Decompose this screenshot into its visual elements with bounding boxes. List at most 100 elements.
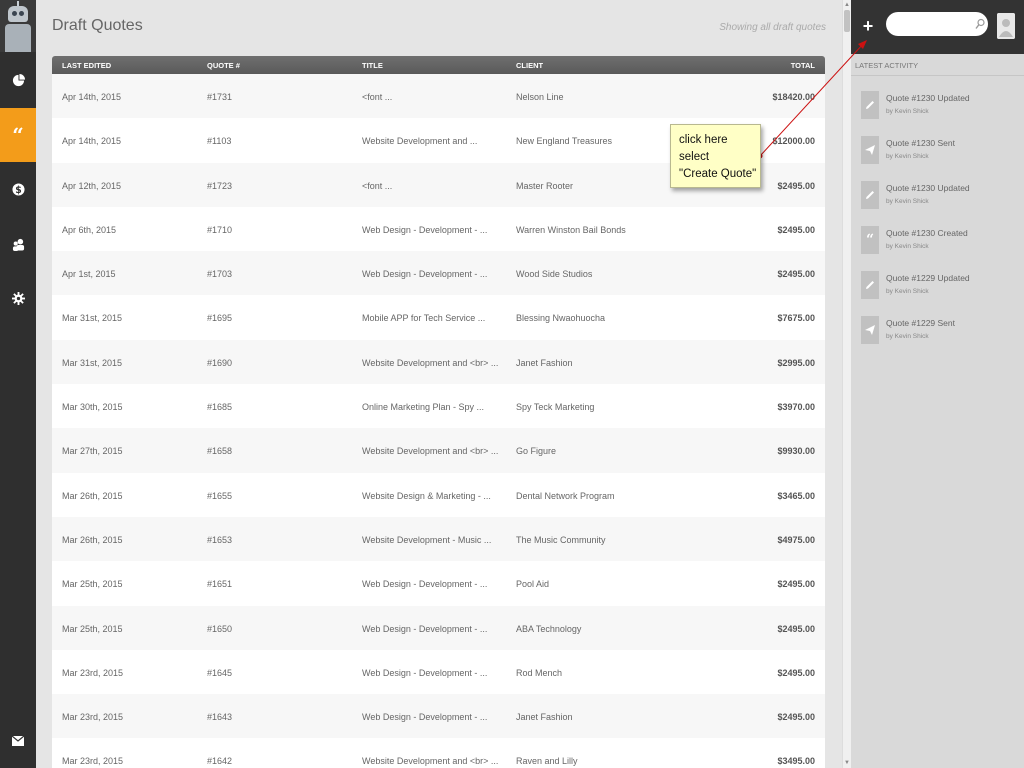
table-row[interactable]: Mar 31st, 2015 #1690 Website Development a… xyxy=(52,339,825,385)
cell-title: Web Design - Development - ... xyxy=(362,579,488,590)
cell-total: $3465.00 xyxy=(777,490,815,501)
showing-filter-text: Showing all draft quotes xyxy=(719,22,826,33)
create-button[interactable]: + xyxy=(859,16,877,36)
callout-line-3: "Create Quote" xyxy=(679,168,757,180)
cell-last-edited: Mar 23rd, 2015 xyxy=(62,667,124,678)
send-icon xyxy=(861,316,879,344)
column-header-last-edited[interactable]: LAST EDITED xyxy=(62,61,111,70)
activity-author: by Kevin Shick xyxy=(886,288,929,295)
column-header-title[interactable]: TITLE xyxy=(362,61,383,70)
activity-title[interactable]: Quote #1230 Created xyxy=(886,228,968,238)
table-row[interactable]: Mar 30th, 2015 #1685 Online Marketing Plan… xyxy=(52,384,825,429)
activity-title[interactable]: Quote #1229 Sent xyxy=(886,318,955,328)
page-title: Draft Quotes xyxy=(52,17,143,34)
cell-client: Raven and Lilly xyxy=(516,756,578,767)
cell-last-edited: Mar 27th, 2015 xyxy=(62,446,123,457)
send-icon xyxy=(861,136,879,164)
dollar-icon: $ xyxy=(11,182,25,196)
search-input[interactable] xyxy=(886,12,988,36)
cell-total: $2495.00 xyxy=(777,712,815,723)
cell-quote-number: #1731 xyxy=(207,92,233,102)
quote-icon: “ xyxy=(12,123,24,147)
cell-total: $3970.00 xyxy=(777,402,815,413)
activity-title[interactable]: Quote #1230 Updated xyxy=(886,183,970,193)
user-avatar[interactable] xyxy=(997,13,1015,39)
nav-clients[interactable] xyxy=(0,217,36,271)
cell-total: $7675.00 xyxy=(777,313,815,324)
table-row[interactable]: Mar 27th, 2015 #1658 Website Development a… xyxy=(52,428,825,473)
cell-last-edited: Mar 23rd, 2015 xyxy=(62,712,124,723)
cell-quote-number: #1695 xyxy=(207,313,233,324)
cell-last-edited: Mar 25th, 2015 xyxy=(62,579,123,590)
table-row[interactable]: Mar 26th, 2015 #1655 Website Design & Mark… xyxy=(52,472,825,517)
cell-last-edited: Mar 23rd, 2015 xyxy=(62,756,124,767)
cell-total: $2495.00 xyxy=(777,623,815,634)
column-header-total[interactable]: TOTAL xyxy=(791,61,815,70)
table-row[interactable]: Apr 14th, 2015 #1731 <font ... Nelson Line $… xyxy=(52,74,825,119)
cell-total: $2995.00 xyxy=(777,357,815,368)
scroll-thumb[interactable] xyxy=(844,10,850,32)
cell-last-edited: Mar 25th, 2015 xyxy=(62,623,123,634)
scroll-up-arrow-icon[interactable]: ▲ xyxy=(844,1,850,9)
users-icon xyxy=(12,238,25,251)
cell-quote-number: #1658 xyxy=(207,446,233,457)
activity-item[interactable]: Quote #1230 Updated by Kevin Shick xyxy=(861,91,1021,123)
pencil-icon xyxy=(861,91,879,119)
cell-client: New England Treasures xyxy=(516,136,613,147)
cell-quote-number: #1651 xyxy=(207,579,233,590)
cell-total: $18420.00 xyxy=(772,92,815,102)
nav-settings[interactable] xyxy=(0,271,36,325)
cell-client: Wood Side Studios xyxy=(516,269,593,280)
cell-last-edited: Mar 31st, 2015 xyxy=(62,357,123,368)
cell-title: Web Design - Development - ... xyxy=(362,269,488,280)
nav-payments[interactable]: $ xyxy=(0,162,36,216)
activity-item[interactable]: Quote #1230 Updated by Kevin Shick xyxy=(861,181,1021,213)
cell-client: ABA Technology xyxy=(516,623,582,634)
table-row[interactable]: Mar 23rd, 2015 #1643 Web Design - Developm… xyxy=(52,694,825,739)
table-row[interactable]: Mar 31st, 2015 #1695 Mobile APP for Tech S… xyxy=(52,295,825,340)
table-row[interactable]: Mar 25th, 2015 #1650 Web Design - Developm… xyxy=(52,605,825,650)
cell-title: Website Development and <br> ... xyxy=(362,446,499,457)
cell-title: Website Development and <br> ... xyxy=(362,357,499,368)
cell-last-edited: Apr 14th, 2015 xyxy=(62,136,122,147)
table-row[interactable]: Apr 1st, 2015 #1703 Web Design - Developme… xyxy=(52,251,825,296)
cell-quote-number: #1642 xyxy=(207,756,233,767)
pie-chart-icon xyxy=(12,73,25,87)
tutorial-callout: click here select "Create Quote" xyxy=(670,124,761,188)
table-row[interactable]: Mar 25th, 2015 #1651 Web Design - Developm… xyxy=(52,561,825,606)
nav-messages[interactable] xyxy=(0,714,36,768)
activity-item[interactable]: “ Quote #1230 Created by Kevin Shick xyxy=(861,226,1021,258)
cell-title: Website Design & Marketing - ... xyxy=(362,490,491,501)
quote-icon: “ xyxy=(861,226,879,254)
activity-item[interactable]: Quote #1229 Sent by Kevin Shick xyxy=(861,316,1021,348)
activity-title[interactable]: Quote #1229 Updated xyxy=(886,273,970,283)
nav-quotes[interactable]: “ xyxy=(0,108,36,162)
column-header-client[interactable]: CLIENT xyxy=(516,61,543,70)
cell-total: $12000.00 xyxy=(772,136,815,147)
nav-dashboard[interactable] xyxy=(0,53,36,107)
activity-item[interactable]: Quote #1229 Updated by Kevin Shick xyxy=(861,271,1021,303)
cell-last-edited: Mar 26th, 2015 xyxy=(62,534,123,545)
column-header-quote-number[interactable]: QUOTE # xyxy=(207,61,240,70)
table-row[interactable]: Mar 23rd, 2015 #1645 Web Design - Developm… xyxy=(52,649,825,695)
cell-quote-number: #1723 xyxy=(207,180,233,191)
cell-last-edited: Apr 12th, 2015 xyxy=(62,180,122,191)
scroll-down-arrow-icon[interactable]: ▼ xyxy=(844,759,850,767)
table-row[interactable]: Mar 26th, 2015 #1653 Website Development -… xyxy=(52,516,825,562)
search-icon[interactable] xyxy=(975,17,985,29)
cell-title: Web Design - Development - ... xyxy=(362,224,488,235)
main-scrollbar[interactable]: ▲ ▼ xyxy=(842,0,851,768)
svg-text:$: $ xyxy=(15,184,21,195)
cell-total: $2495.00 xyxy=(777,579,815,590)
activity-title[interactable]: Quote #1230 Updated xyxy=(886,93,970,103)
activity-title[interactable]: Quote #1230 Sent xyxy=(886,138,955,148)
activity-header: LATEST ACTIVITY xyxy=(851,58,1024,76)
gear-icon xyxy=(11,291,25,305)
activity-item[interactable]: Quote #1230 Sent by Kevin Shick xyxy=(861,136,1021,168)
table-row[interactable]: Apr 6th, 2015 #1710 Web Design - Developme… xyxy=(52,206,825,252)
robot-logo[interactable] xyxy=(0,0,36,52)
table-row[interactable]: Mar 23rd, 2015 #1642 Website Development a… xyxy=(52,738,825,768)
cell-client: Warren Winston Bail Bonds xyxy=(516,224,626,235)
top-bar: + xyxy=(851,0,1024,54)
cell-client: Dental Network Program xyxy=(516,490,615,501)
